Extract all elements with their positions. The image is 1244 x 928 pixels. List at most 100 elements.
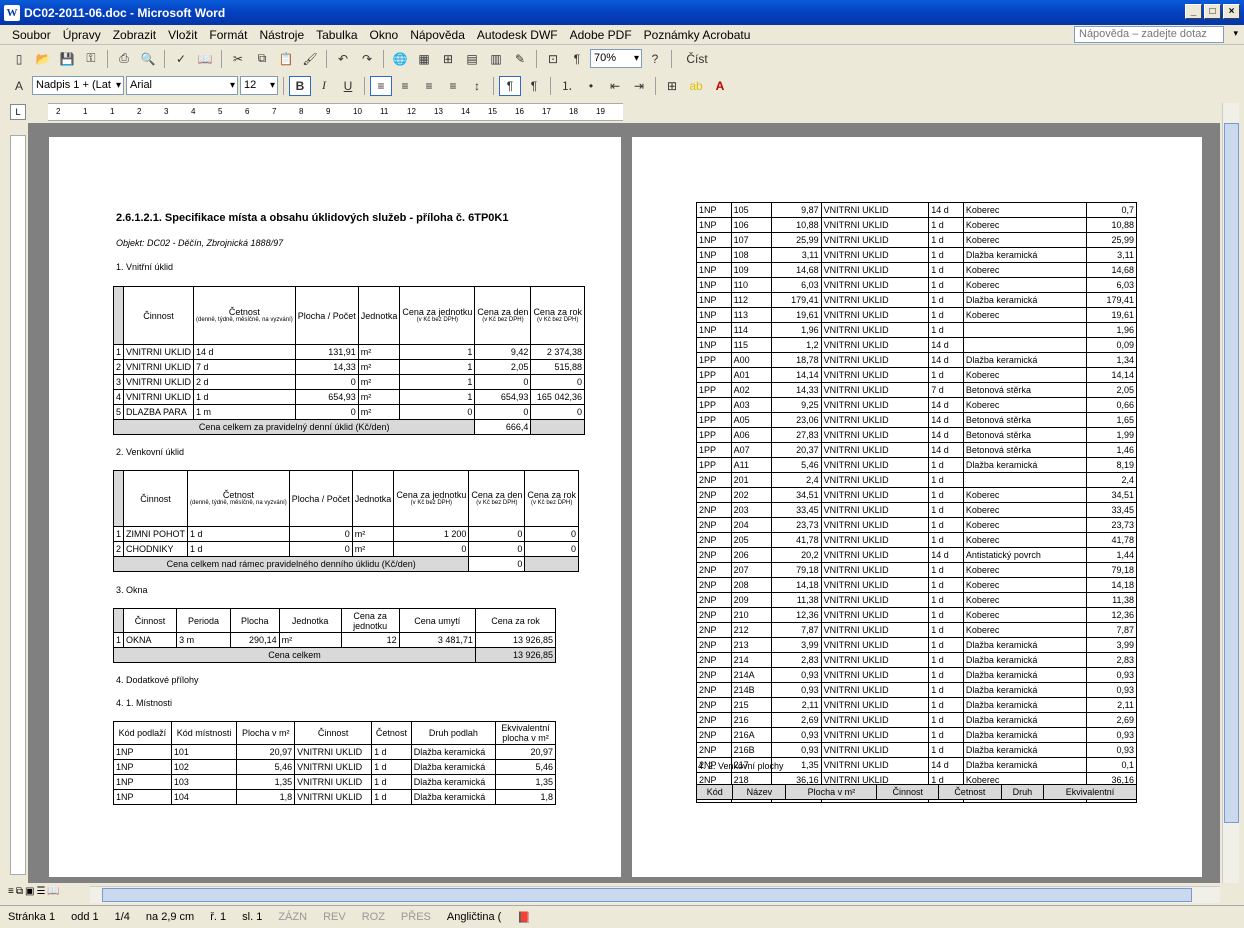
open-icon[interactable]: 📂 [32,49,54,69]
menu-item[interactable]: Okno [364,28,405,42]
interior-cleaning-table[interactable]: Činnost Četnost (denně, týdně, měsíčně, n… [112,286,585,435]
object-line[interactable]: Objekt: DC02 - Děčín, Zbrojnická 1888/97 [116,238,283,248]
table-row[interactable]: 2NP 207 79,18 VNITRNI UKLID 1 d Koberec 79,18 [696,562,1138,578]
table-row[interactable]: 1NP 115 1,2 VNITRNI UKLID 14 d 0,09 [696,337,1138,353]
columns-icon[interactable]: ▥ [485,49,507,69]
section-1-heading[interactable]: 1. Vnitřní úklid [116,262,173,272]
table-row[interactable]: 2 CHODNIKY 1 d 0 m² 0 0 0 [112,541,579,557]
table-row[interactable]: 2NP 214 2,83 VNITRNI UKLID 1 d Dlažba keramic… [696,652,1138,668]
new-document-icon[interactable]: ▯ [8,49,30,69]
table-row[interactable]: 2NP 216 2,69 VNITRNI UKLID 1 d Dlažba keramic… [696,712,1138,728]
table-row[interactable]: 1PP A07 20,37 VNITRNI UKLID 14 d Betonová stě… [696,442,1138,458]
menu-item[interactable]: Poznámky Acrobatu [638,28,757,42]
align-left-icon[interactable]: ≡ [370,75,392,96]
save-icon[interactable]: 💾 [56,49,78,69]
table-row[interactable]: 2NP 213 3,99 VNITRNI UKLID 1 d Dlažba keramic… [696,637,1138,653]
decrease-indent-icon[interactable]: ⇤ [604,76,626,96]
table-row[interactable]: 5 DLAZBA PARA 1 m 0 m² 0 0 0 [112,404,585,420]
table-row[interactable]: 1PP A00 18,78 VNITRNI UKLID 14 d Dlažba keram… [696,352,1138,368]
menu-item[interactable]: Soubor [6,28,57,42]
help-search-input[interactable]: Nápověda – zadejte dotaz [1074,26,1224,43]
rooms-table-continued[interactable]: 1NP 105 9,87 VNITRNI UKLID 14 d Koberec 0,7 1NP… [696,202,1138,803]
hyperlink-icon[interactable]: 🌐 [389,49,411,69]
spelling-status-icon[interactable]: 📕 [509,911,539,924]
zoom-select[interactable]: 70% [590,49,642,68]
menu-item[interactable]: Zobrazit [107,28,162,42]
minimize-button[interactable]: _ [1185,4,1202,19]
undo-icon[interactable]: ↶ [332,49,354,69]
close-button[interactable]: × [1223,4,1240,19]
table-row[interactable]: 1NP 109 14,68 VNITRNI UKLID 1 d Koberec 14,68 [696,262,1138,278]
exterior-cleaning-table[interactable]: Činnost Četnost (denně, týdně, měsíčně, n… [112,470,579,572]
vertical-scrollbar[interactable] [1222,103,1239,883]
table-row[interactable]: 2NP 201 2,4 VNITRNI UKLID 1 d 2,4 [696,472,1138,488]
help-icon[interactable]: ? [644,49,666,69]
tab-selector[interactable]: L [10,104,26,120]
section-4-heading[interactable]: 4. Dodatkové přílohy [116,675,199,685]
spelling-icon[interactable]: ✓ [170,49,192,69]
paste-icon[interactable]: 📋 [275,49,297,69]
reading-view-icon[interactable]: 📖 [47,886,59,897]
insert-excel-icon[interactable]: ▤ [461,49,483,69]
menu-item[interactable]: Adobe PDF [564,28,638,42]
normal-view-icon[interactable]: ≡ [8,886,14,897]
table-row[interactable]: 1NP 104 1,8 VNITRNI UKLID 1 d Dlažba keramick… [113,789,556,805]
menu-item[interactable]: Tabulka [310,28,363,42]
table-row[interactable]: 4 VNITRNI UKLID 1 d 654,93 m² 1 654,93 165 042,… [112,389,585,405]
line-spacing-icon[interactable]: ↕ [466,76,488,96]
table-row[interactable]: 1NP 103 1,35 VNITRNI UKLID 1 d Dlažba keramic… [113,774,556,790]
table-row[interactable]: 1PP A11 5,46 VNITRNI UKLID 1 d Dlažba keramic… [696,457,1138,473]
ltr-icon[interactable]: ¶ [499,75,521,96]
bullets-icon[interactable]: • [580,76,602,96]
document-heading[interactable]: 2.6.1.2.1. Specifikace místa a obsahu úk… [116,212,508,224]
font-color-icon[interactable]: A [709,76,731,96]
print-preview-icon[interactable]: 🔍 [137,49,159,69]
table-row[interactable]: 1NP 107 25,99 VNITRNI UKLID 1 d Koberec 25,99 [696,232,1138,248]
section-3-heading[interactable]: 3. Okna [116,585,148,595]
status-language[interactable]: Angličtina ( [439,911,509,923]
italic-button[interactable]: I [313,76,335,96]
menu-item[interactable]: Autodesk DWF [471,28,564,42]
font-size-select[interactable]: 12 [240,76,278,95]
table-row[interactable]: 1PP A05 23,06 VNITRNI UKLID 14 d Betonová stě… [696,412,1138,428]
table-row[interactable]: 1PP A06 27,83 VNITRNI UKLID 14 d Betonová stě… [696,427,1138,443]
cut-icon[interactable]: ✂ [227,49,249,69]
outline-view-icon[interactable]: ☰ [36,886,45,897]
table-row[interactable]: 2NP 208 14,18 VNITRNI UKLID 1 d Koberec 14,18 [696,577,1138,593]
document-map-icon[interactable]: ⊡ [542,49,564,69]
section-4-1-heading[interactable]: 4. 1. Místnosti [116,698,172,708]
show-hide-icon[interactable]: ¶ [566,49,588,69]
menu-item[interactable]: Formát [203,28,253,42]
menu-item[interactable]: Nástroje [253,28,310,42]
section-2-heading[interactable]: 2. Venkovní úklid [116,447,184,457]
table-row[interactable]: 1NP 102 5,46 VNITRNI UKLID 1 d Dlažba keramic… [113,759,556,775]
redo-icon[interactable]: ↷ [356,49,378,69]
table-row[interactable]: 2NP 210 12,36 VNITRNI UKLID 1 d Koberec 12,36 [696,607,1138,623]
bold-button[interactable]: B [289,75,311,96]
permission-icon[interactable]: ⚿ [80,49,102,69]
table-row[interactable]: 1NP 105 9,87 VNITRNI UKLID 14 d Koberec 0,7 [696,202,1138,218]
status-ext[interactable]: ROZ [354,911,393,923]
table-row[interactable]: 1NP 113 19,61 VNITRNI UKLID 1 d Koberec 19,61 [696,307,1138,323]
horizontal-ruler[interactable]: 2 1 1 2 3 4 5 6 7 8 9 10 11 12 13 14 15 16 17 18 19 [48,103,623,121]
table-row[interactable]: 2NP 216B 0,93 VNITRNI UKLID 1 d Dlažba kerami… [696,742,1138,758]
table-row[interactable]: 2NP 206 20,2 VNITRNI UKLID 14 d Antistatický … [696,547,1138,563]
table-row[interactable]: 2NP 214B 0,93 VNITRNI UKLID 1 d Dlažba kerami… [696,682,1138,698]
drawing-icon[interactable]: ✎ [509,49,531,69]
increase-indent-icon[interactable]: ⇥ [628,76,650,96]
borders-icon[interactable]: ⊞ [661,76,683,96]
chevron-down-icon[interactable]: ▾ [1233,28,1238,39]
status-trk[interactable]: REV [315,911,354,923]
status-ovr[interactable]: PŘES [393,911,439,923]
table-row[interactable]: 1NP 106 10,88 VNITRNI UKLID 1 d Koberec 10,88 [696,217,1138,233]
copy-icon[interactable]: ⧉ [251,49,273,69]
table-row[interactable]: 1 VNITRNI UKLID 14 d 131,91 m² 1 9,42 2 374,38 [112,344,585,360]
highlight-icon[interactable]: ab [685,76,707,96]
windows-table[interactable]: Činnost Perioda Plocha Jednotka Cena za … [112,608,557,663]
table-row[interactable]: 2NP 203 33,45 VNITRNI UKLID 1 d Koberec 33,45 [696,502,1138,518]
format-painter-icon[interactable]: 🖌 [299,49,321,69]
tables-borders-icon[interactable]: ▦ [413,49,435,69]
menu-item[interactable]: Vložit [162,28,203,42]
font-select[interactable]: Arial [126,76,238,95]
menu-item[interactable]: Nápověda [404,28,471,42]
